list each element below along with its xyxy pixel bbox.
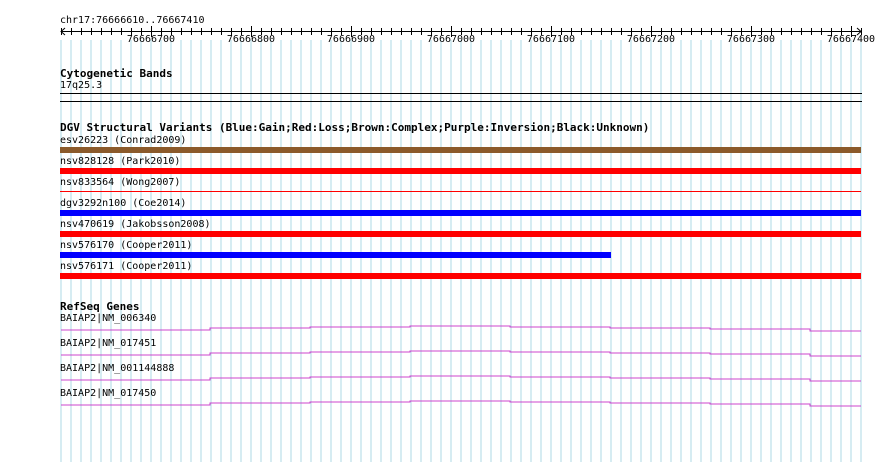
gene-model-line[interactable] (61, 375, 861, 382)
gene-models (61, 325, 861, 407)
gene-model-line[interactable] (61, 350, 861, 357)
gene-model-line[interactable] (61, 325, 861, 332)
gene-model-line[interactable] (61, 400, 861, 407)
genome-browser-view: chr17:76666610..76667410 76666700 7666680… (0, 0, 890, 462)
